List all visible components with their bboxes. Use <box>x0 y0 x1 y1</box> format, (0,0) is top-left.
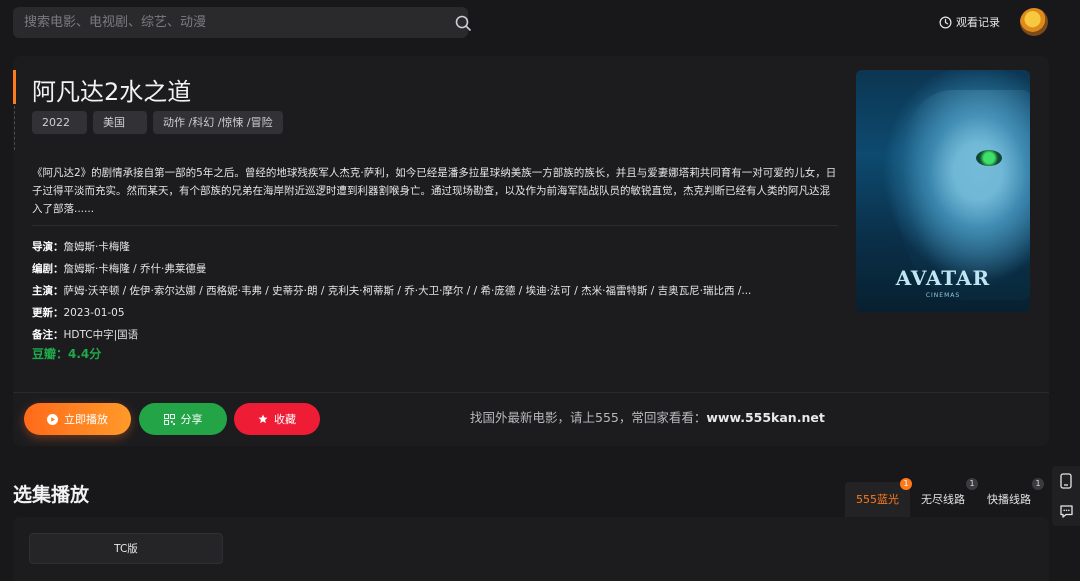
douban-rating: 豆瓣：4.4分 <box>32 347 102 361</box>
episode-list: TC版 <box>13 517 1049 581</box>
history-link[interactable]: 观看记录 <box>939 14 1000 30</box>
search-box[interactable] <box>13 7 471 38</box>
tab-line-555[interactable]: 555蓝光 1 <box>845 478 912 517</box>
movie-title: 阿凡达2水之道 <box>32 78 192 106</box>
genre-tag[interactable]: 惊悚 / <box>221 111 250 134</box>
updated-row: 更新：2023-01-05 <box>32 302 832 324</box>
movie-info: 导演：詹姆斯·卡梅隆 编剧：詹姆斯·卡梅隆 / 乔什·弗莱德曼 主演：萨姆·沃辛… <box>32 236 832 346</box>
writer-label: 编剧： <box>32 263 64 275</box>
episodes-section-title: 选集播放 <box>13 484 90 506</box>
mobile-icon <box>1060 473 1072 489</box>
poster-subtitle: CINEMAS <box>925 292 961 299</box>
play-icon <box>47 413 58 425</box>
search-input[interactable] <box>13 7 433 38</box>
movie-poster: AVATAR CINEMAS <box>856 70 1030 312</box>
history-label: 观看记录 <box>956 16 1000 29</box>
count-badge: 1 <box>1032 478 1044 490</box>
writer-value[interactable]: 詹姆斯·卡梅隆 / 乔什·弗莱德曼 <box>64 263 207 275</box>
search-icon[interactable] <box>454 14 472 32</box>
tab-label: 555蓝光 <box>856 493 899 506</box>
promo-text: 找国外最新电影，请上555，常回家看看：www.555kan.net <box>470 407 825 426</box>
mobile-button[interactable] <box>1052 466 1080 496</box>
cast-value[interactable]: 萨姆·沃辛顿 / 佐伊·索尔达娜 / 西格妮·韦弗 / 史蒂芬·朗 / 克利夫·… <box>64 285 752 297</box>
poster-eye <box>976 150 1002 166</box>
country-tag[interactable]: 美国 <box>93 111 147 134</box>
episode-button[interactable]: TC版 <box>29 533 223 564</box>
genre-tag[interactable]: 动作 / <box>163 111 192 134</box>
play-button[interactable]: 立即播放 <box>24 403 131 435</box>
top-bar: 观看记录 <box>0 0 1080 44</box>
director-row: 导演：詹姆斯·卡梅隆 <box>32 236 832 258</box>
line-tabs: 555蓝光 1 无尽线路 1 快播线路 1 <box>845 478 1044 517</box>
poster-logo: AVATAR <box>895 266 991 290</box>
director-label: 导演： <box>32 241 64 253</box>
note-value: HDTC中字|国语 <box>63 329 139 341</box>
avatar[interactable] <box>1020 8 1048 36</box>
promo-site-link[interactable]: www.555kan.net <box>706 410 824 425</box>
share-button[interactable]: 分享 <box>139 403 227 435</box>
movie-tags: 2022 美国 动作 / 科幻 / 惊悚 / 冒险 <box>32 111 283 134</box>
qrcode-icon <box>163 413 175 425</box>
play-label: 立即播放 <box>64 413 108 426</box>
director-value[interactable]: 詹姆斯·卡梅隆 <box>64 241 130 253</box>
year-tag[interactable]: 2022 <box>32 111 87 134</box>
promo-message: 找国外最新电影，请上555，常回家看看： <box>470 410 707 425</box>
updated-label: 更新： <box>32 307 64 319</box>
note-label: 备注： <box>32 329 64 341</box>
genre-tag[interactable]: 冒险 <box>251 111 273 134</box>
title-divider <box>14 106 15 150</box>
divider <box>13 392 1049 393</box>
clock-icon <box>939 16 952 28</box>
cast-row: 主演：萨姆·沃辛顿 / 佐伊·索尔达娜 / 西格妮·韦弗 / 史蒂芬·朗 / 克… <box>32 280 832 302</box>
tab-line-wujin[interactable]: 无尽线路 1 <box>910 478 978 517</box>
tab-label: 无尽线路 <box>921 493 965 506</box>
tab-label: 快播线路 <box>987 493 1031 506</box>
tab-line-kuaibo[interactable]: 快播线路 1 <box>976 478 1044 517</box>
updated-value: 2023-01-05 <box>63 307 125 319</box>
title-accent-bar <box>13 70 16 104</box>
favorite-label: 收藏 <box>274 413 296 426</box>
side-toolbar <box>1052 466 1080 526</box>
divider <box>32 225 838 226</box>
note-row: 备注：HDTC中字|国语 <box>32 324 832 346</box>
comment-icon <box>1059 504 1073 518</box>
cast-label: 主演： <box>32 285 64 297</box>
writer-row: 编剧：詹姆斯·卡梅隆 / 乔什·弗莱德曼 <box>32 258 832 280</box>
genre-tags: 动作 / 科幻 / 惊悚 / 冒险 <box>153 111 283 134</box>
star-icon <box>258 414 268 424</box>
feedback-button[interactable] <box>1052 496 1080 526</box>
share-label: 分享 <box>180 413 203 426</box>
favorite-button[interactable]: 收藏 <box>234 403 320 435</box>
movie-description: 《阿凡达2》的剧情承接自第一部的5年之后。曾经的地球残疾军人杰克·萨利，如今已经… <box>32 167 837 215</box>
genre-tag[interactable]: 科幻 / <box>192 111 221 134</box>
